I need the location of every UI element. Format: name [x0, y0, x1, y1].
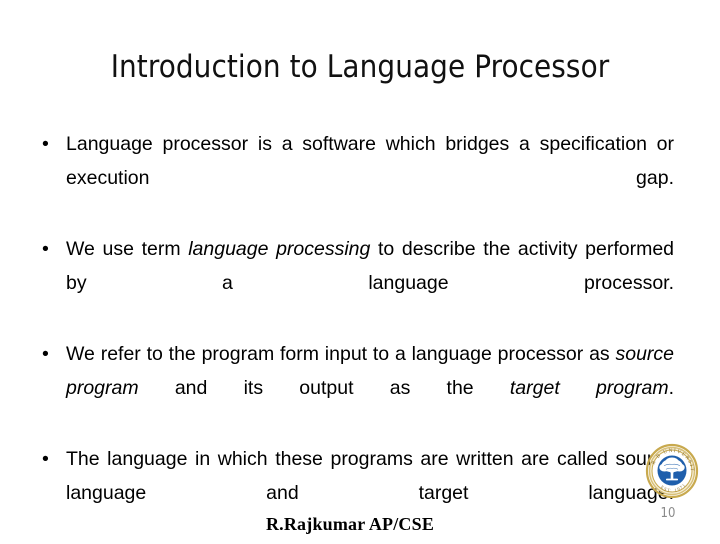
bullet-icon: •	[42, 133, 49, 155]
list-item-text: We refer to the program form input to a …	[66, 337, 674, 439]
list-item: • Language processor is a software which…	[38, 127, 674, 229]
text-run-italic: target program	[509, 377, 669, 399]
text-run: We refer to the program form input to a …	[66, 343, 616, 365]
text-run: .	[668, 377, 674, 399]
slide-canvas: Introduction to Language Processor • Lan…	[0, 0, 720, 540]
text-run: We use term	[66, 238, 189, 260]
list-item: • We refer to the program form input to …	[38, 337, 674, 439]
text-run: and its output as the	[138, 377, 510, 399]
bullet-icon: •	[42, 343, 49, 365]
page-title: Introduction to Language Processor	[110, 49, 610, 85]
list-item: • We use term language processing to des…	[38, 232, 674, 334]
bullet-icon: •	[42, 238, 49, 260]
bullet-icon: •	[42, 448, 49, 470]
text-run: The language in which these programs are…	[66, 448, 674, 504]
bullet-list: • Language processor is a software which…	[38, 127, 674, 544]
footer-author: R.Rajkumar AP/CSE	[265, 514, 435, 534]
text-run: Language processor is a software which b…	[66, 133, 674, 189]
list-item-text: We use term language processing to descr…	[66, 232, 674, 334]
list-item-text: Language processor is a software which b…	[66, 127, 674, 229]
university-seal-icon: R B UNIVERSITY EST. 1971	[645, 443, 699, 499]
text-run-italic: language processing	[188, 238, 371, 260]
